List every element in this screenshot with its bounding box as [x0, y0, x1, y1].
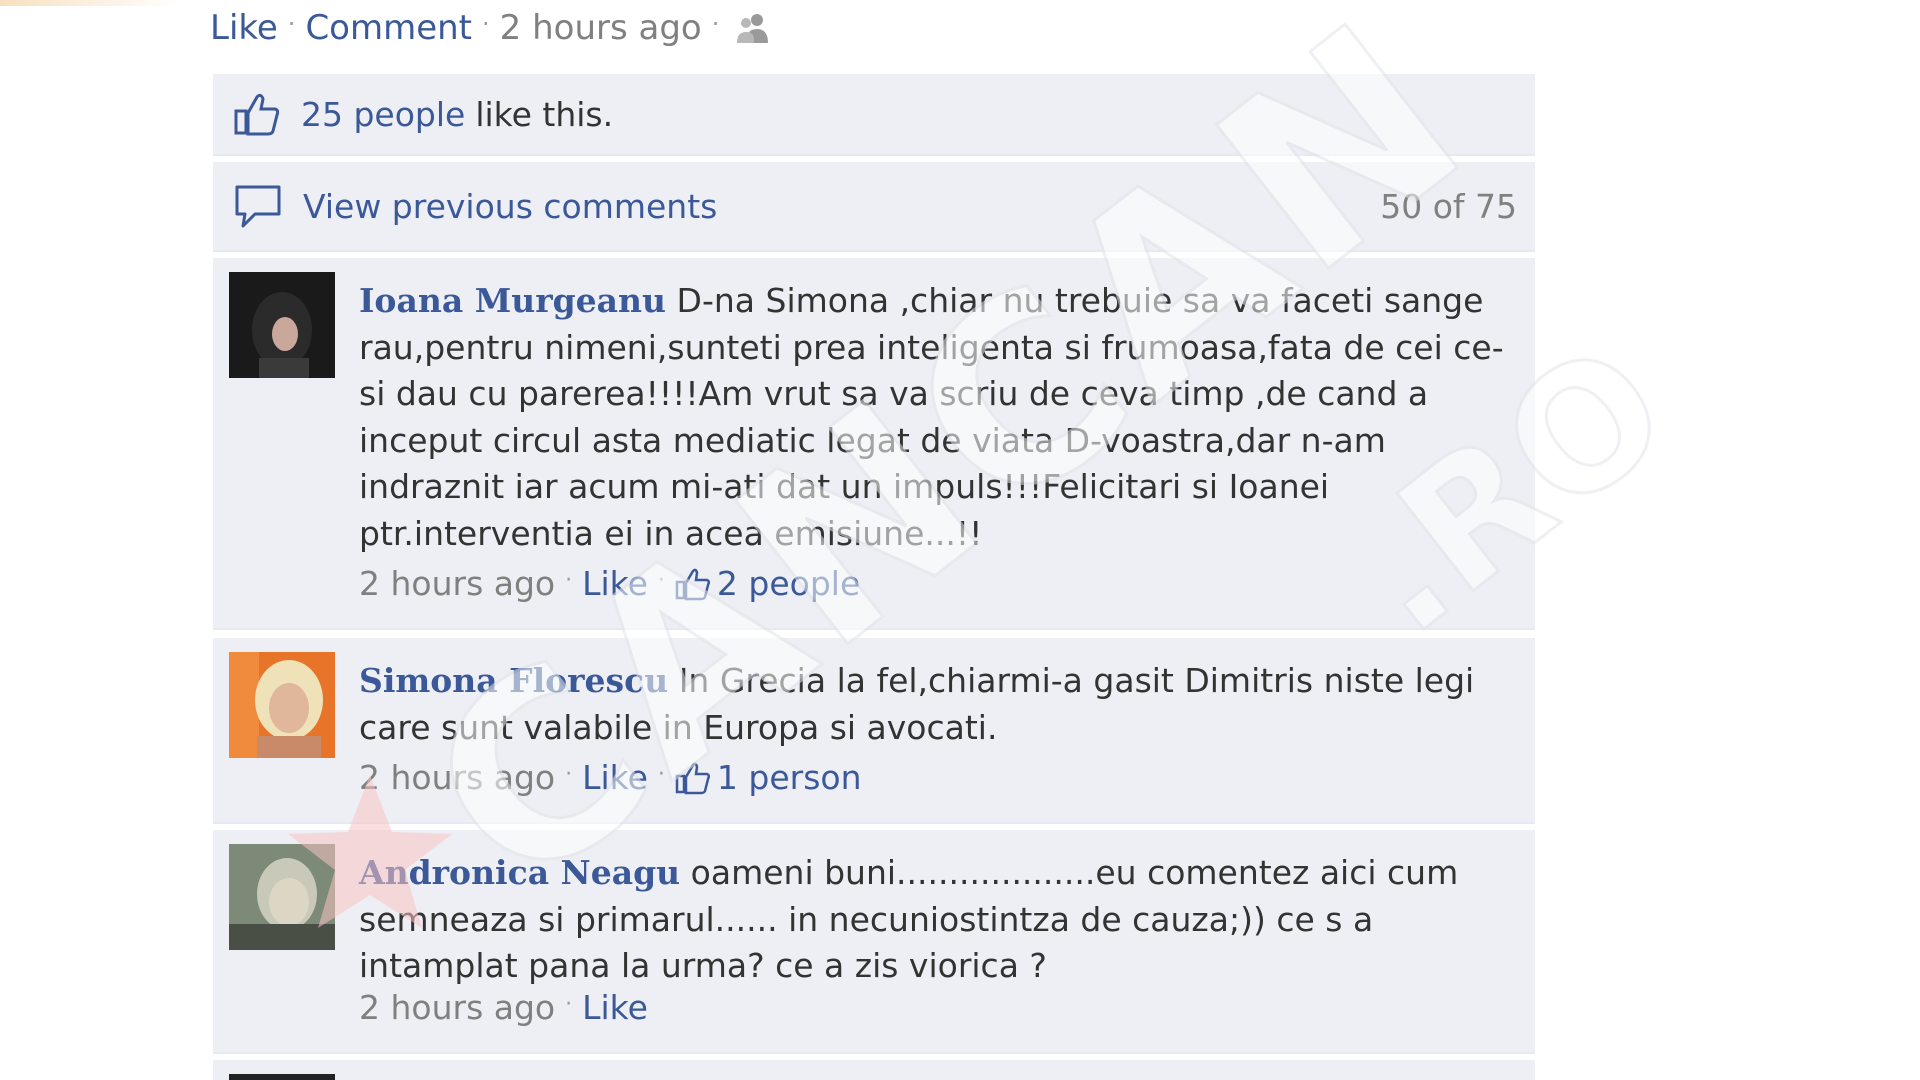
thumbs-up-icon	[675, 568, 710, 600]
comment-item: Ioana Murgeanu D-na Simona ,chiar nu tre…	[213, 258, 1535, 630]
comment-item	[213, 1060, 1535, 1080]
comment-timestamp[interactable]: 2 hours ago	[359, 758, 555, 797]
thumbs-up-icon	[234, 93, 280, 136]
avatar[interactable]	[229, 844, 335, 950]
comment-body: Ioana Murgeanu D-na Simona ,chiar nu tre…	[359, 278, 1509, 557]
comment-like-link[interactable]: Like	[582, 758, 648, 797]
separator: ·	[657, 762, 665, 787]
likers-link[interactable]: 25 people	[301, 95, 465, 134]
comment-bubble-icon	[235, 185, 281, 228]
post-comment-link[interactable]: Comment	[305, 8, 472, 48]
corner-decoration	[0, 0, 180, 6]
separator: ·	[657, 568, 665, 593]
comment-author-link[interactable]: Ioana Murgeanu	[359, 281, 666, 320]
comment-author-link[interactable]: Simona Florescu	[359, 661, 668, 700]
avatar[interactable]	[229, 272, 335, 378]
comment-meta: 2 hours ago · Like	[359, 988, 648, 1027]
comment-item: Andronica Neagu oameni buni.............…	[213, 830, 1535, 1054]
likes-suffix: like this.	[475, 94, 614, 134]
comment-author-link[interactable]: Andronica Neagu	[359, 853, 680, 892]
view-previous-comments-link[interactable]: View previous comments	[303, 187, 717, 226]
comment-likers-link[interactable]: 2 people	[717, 564, 860, 603]
comment-meta: 2 hours ago · Like · 1 person	[359, 758, 862, 797]
comment-item: Simona Florescu In Grecia la fel,chiarmi…	[213, 638, 1535, 824]
separator: ·	[565, 568, 573, 593]
avatar[interactable]	[229, 1074, 335, 1080]
separator: ·	[711, 10, 720, 38]
comment-timestamp[interactable]: 2 hours ago	[359, 988, 555, 1027]
avatar[interactable]	[229, 652, 335, 758]
post-timestamp[interactable]: 2 hours ago	[500, 8, 702, 48]
friends-audience-icon[interactable]	[733, 11, 773, 45]
comment-body: Simona Florescu In Grecia la fel,chiarmi…	[359, 658, 1509, 751]
comment-meta: 2 hours ago · Like · 2 people	[359, 564, 860, 603]
post-action-bar: Like · Comment · 2 hours ago ·	[210, 0, 773, 56]
comment-body: Andronica Neagu oameni buni.............…	[359, 850, 1509, 990]
comment-timestamp[interactable]: 2 hours ago	[359, 564, 555, 603]
thumbs-up-icon	[675, 762, 710, 794]
separator: ·	[565, 762, 573, 787]
post-like-link[interactable]: Like	[210, 8, 278, 48]
separator: ·	[565, 992, 573, 1017]
separator: ·	[482, 10, 490, 38]
comment-text: D-na Simona ,chiar nu trebuie sa va face…	[359, 281, 1504, 553]
comment-like-link[interactable]: Like	[582, 564, 648, 603]
comment-count: 50 of 75	[1380, 186, 1517, 226]
comment-like-link[interactable]: Like	[582, 988, 648, 1027]
likes-summary: 25 people like this.	[213, 74, 1535, 156]
separator: ·	[287, 10, 296, 38]
comment-likers-link[interactable]: 1 person	[717, 758, 862, 797]
view-previous-comments-bar[interactable]: View previous comments 50 of 75	[213, 162, 1535, 252]
